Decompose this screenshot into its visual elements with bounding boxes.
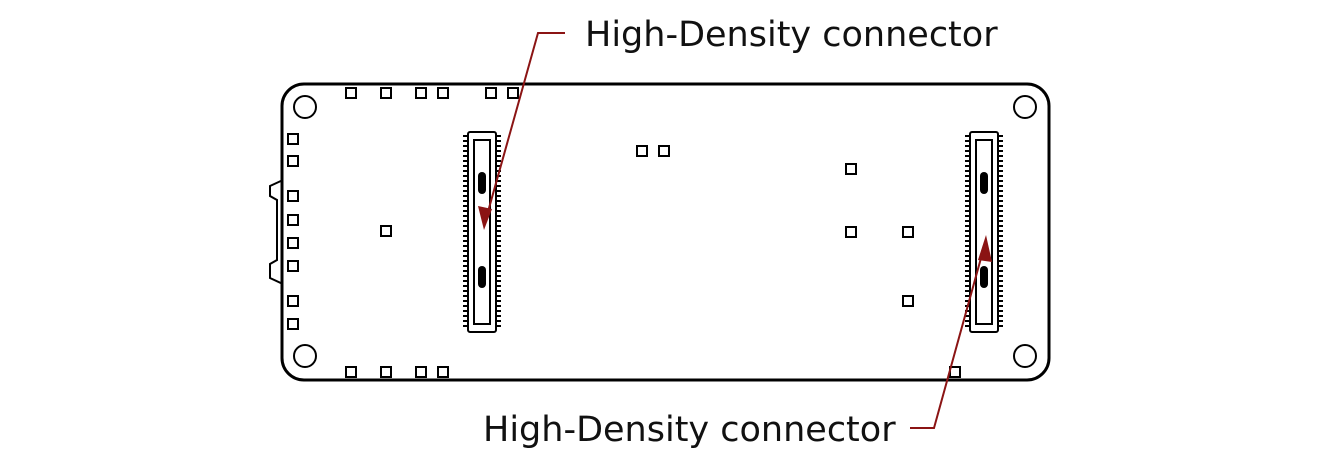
pad [507, 87, 519, 99]
high-density-connector-left [463, 131, 501, 333]
pad [380, 225, 392, 237]
pad [949, 366, 961, 378]
board-diagram: High-Density connector High-Density conn… [269, 15, 1051, 450]
pad [415, 87, 427, 99]
pad [845, 226, 857, 238]
high-density-connector-right [965, 131, 1003, 333]
pad [845, 163, 857, 175]
mounting-hole-bottom-right [1013, 344, 1037, 368]
label-high-density-connector-top: High-Density connector [585, 15, 998, 55]
mounting-hole-top-right [1013, 95, 1037, 119]
pad [287, 237, 299, 249]
pad [437, 366, 449, 378]
pad [902, 226, 914, 238]
pad [287, 133, 299, 145]
pad [287, 155, 299, 167]
mounting-hole-bottom-left [293, 344, 317, 368]
label-high-density-connector-bottom: High-Density connector [483, 410, 896, 450]
board-outline [280, 82, 1051, 382]
pad [287, 318, 299, 330]
pad [287, 295, 299, 307]
pad [902, 295, 914, 307]
pad [380, 366, 392, 378]
pad [437, 87, 449, 99]
pad [380, 87, 392, 99]
pad [345, 366, 357, 378]
pad [287, 190, 299, 202]
pad [345, 87, 357, 99]
pad [636, 145, 648, 157]
pad [415, 366, 427, 378]
pad [287, 260, 299, 272]
mounting-hole-top-left [293, 95, 317, 119]
pad [658, 145, 670, 157]
pad [287, 214, 299, 226]
pad [485, 87, 497, 99]
